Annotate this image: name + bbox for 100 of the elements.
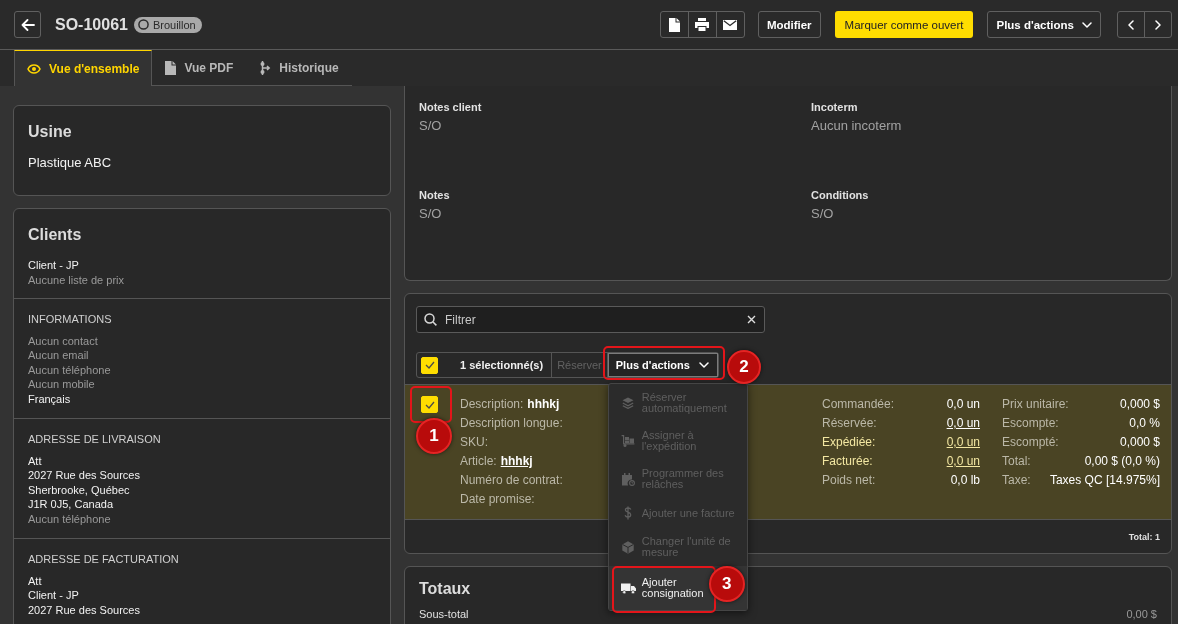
detail-value: hhhkj bbox=[527, 396, 560, 413]
price-list-text: Aucune liste de prix bbox=[28, 272, 125, 287]
tab[interactable]: Vue PDF bbox=[152, 50, 247, 86]
detail-label: Date promise: bbox=[460, 491, 535, 508]
field-label: Notes client bbox=[419, 100, 483, 114]
quantity-link[interactable]: 0,0 un bbox=[946, 433, 980, 452]
quantity-link[interactable]: 0,0 un bbox=[946, 414, 980, 433]
price-value: 0,000 $ bbox=[1119, 396, 1160, 413]
filter-field[interactable]: Filtrer bbox=[416, 306, 765, 333]
item-link[interactable]: hhhkj bbox=[500, 452, 533, 471]
quantity-value: 0,0 un bbox=[946, 396, 980, 413]
detail-label: SKU: bbox=[460, 434, 488, 451]
info-line: Aucun téléphone bbox=[28, 511, 112, 526]
card-title: Usine bbox=[28, 123, 72, 141]
tab[interactable]: Historique bbox=[246, 50, 352, 86]
dollar-icon bbox=[624, 506, 633, 520]
field-label: Incoterm bbox=[811, 100, 859, 114]
detail-label: Description: bbox=[460, 396, 524, 413]
print-button[interactable] bbox=[687, 11, 717, 38]
field-value: S/O bbox=[811, 206, 835, 222]
cube-icon bbox=[622, 540, 635, 554]
search-icon bbox=[424, 313, 437, 326]
quantity-label: Réservée: bbox=[822, 415, 877, 432]
field-label: Notes bbox=[419, 188, 451, 202]
quantity-link[interactable]: 0,0 un bbox=[946, 452, 980, 471]
eye-icon bbox=[27, 63, 41, 74]
field-value: Aucun incoterm bbox=[811, 118, 903, 134]
total-value: 0,00 $ bbox=[1126, 607, 1157, 622]
document-icon bbox=[668, 17, 680, 32]
document-icon bbox=[165, 60, 177, 75]
clear-button[interactable] bbox=[747, 315, 756, 324]
checkmark-icon bbox=[424, 361, 435, 369]
pdf-button[interactable] bbox=[659, 11, 689, 38]
info-line: Att bbox=[28, 573, 43, 588]
primary-action-button[interactable]: Marquer comme ouvert bbox=[834, 11, 974, 38]
section-heading: ADRESSE DE LIVRAISON bbox=[28, 432, 162, 447]
back-button[interactable] bbox=[14, 11, 41, 38]
quantity-label: Poids net: bbox=[822, 472, 876, 489]
card-title: Totaux bbox=[419, 580, 471, 598]
status-ring-icon bbox=[137, 19, 149, 30]
total-count: Total: 1 bbox=[1128, 531, 1160, 542]
field-value: S/O bbox=[419, 118, 443, 134]
tab[interactable]: Vue d'ensemble bbox=[14, 50, 153, 86]
dropdown-button[interactable]: Plus d'actions bbox=[987, 11, 1101, 38]
info-line: Att bbox=[28, 453, 43, 468]
quantity-value: 0,0 lb bbox=[950, 472, 980, 489]
price-label: Prix unitaire: bbox=[1002, 396, 1069, 413]
info-line: Aucun mobile bbox=[28, 377, 96, 392]
chevron-down-icon bbox=[698, 362, 709, 368]
info-line: Sherbrooke, Québec bbox=[28, 482, 131, 497]
email-button[interactable] bbox=[715, 11, 745, 38]
chevron-right-icon bbox=[1155, 19, 1161, 30]
field-value: S/O bbox=[419, 206, 443, 222]
status-label: Brouillon bbox=[152, 17, 196, 33]
quantity-label: Commandée: bbox=[822, 396, 895, 413]
plant-name: Plastique ABC bbox=[28, 155, 113, 171]
close-icon bbox=[747, 315, 756, 324]
detail-label: Numéro de contrat: bbox=[460, 472, 563, 489]
quantity-label: Facturée: bbox=[822, 453, 873, 470]
card-title: Clients bbox=[28, 226, 82, 244]
price-value: 0,000 $ bbox=[1119, 434, 1160, 451]
checkmark-icon bbox=[424, 400, 435, 409]
document-title: SO-10061 bbox=[55, 14, 128, 35]
price-label: Escompté: bbox=[1002, 434, 1059, 451]
action-button[interactable]: Modifier bbox=[757, 11, 821, 38]
chevron-left-icon bbox=[1128, 19, 1134, 30]
section-heading: ADRESSE DE FACTURATION bbox=[28, 552, 180, 567]
step-marker: 1 bbox=[416, 418, 452, 454]
printer-icon bbox=[695, 18, 710, 31]
truck-icon bbox=[620, 582, 636, 594]
row-checkbox[interactable] bbox=[421, 396, 438, 413]
info-line: Client - JP bbox=[28, 588, 80, 603]
total-label: Sous-total bbox=[419, 607, 469, 622]
field-label: Conditions bbox=[811, 188, 870, 202]
hand-truck-icon bbox=[621, 435, 636, 447]
info-line: 2027 Rue des Sources bbox=[28, 468, 141, 483]
info-line: Aucun email bbox=[28, 348, 90, 363]
price-value: 0,0 % bbox=[1129, 415, 1160, 432]
calendar-clock-icon bbox=[621, 472, 635, 486]
more-actions-button[interactable]: Plus d'actions bbox=[606, 353, 718, 377]
layers-icon bbox=[622, 397, 635, 409]
info-line: Aucun téléphone bbox=[28, 362, 112, 377]
price-label: Total: bbox=[1002, 453, 1031, 470]
info-line: Français bbox=[28, 391, 72, 406]
step-marker: 2 bbox=[726, 350, 761, 384]
info-line: 2027 Rue des Sources bbox=[28, 602, 141, 617]
price-value: Taxes QC [14.975%] bbox=[1049, 472, 1160, 489]
next-button[interactable] bbox=[1144, 11, 1172, 38]
previous-button[interactable] bbox=[1117, 11, 1145, 38]
price-label: Taxe: bbox=[1002, 472, 1031, 489]
chevron-down-icon bbox=[1082, 21, 1092, 28]
price-value: 0,00 $ (0,0 %) bbox=[1084, 453, 1160, 470]
section-heading: INFORMATIONS bbox=[28, 312, 113, 327]
detail-label: Article: bbox=[460, 453, 497, 470]
price-label: Escompte: bbox=[1002, 415, 1059, 432]
info-line: J1R 0J5, Canada bbox=[28, 497, 114, 512]
selection-count: 1 sélectionné(s) bbox=[460, 359, 544, 371]
select-all-checkbox[interactable] bbox=[421, 356, 438, 374]
detail-label: Description longue: bbox=[460, 415, 563, 432]
timeline-icon bbox=[259, 60, 272, 75]
